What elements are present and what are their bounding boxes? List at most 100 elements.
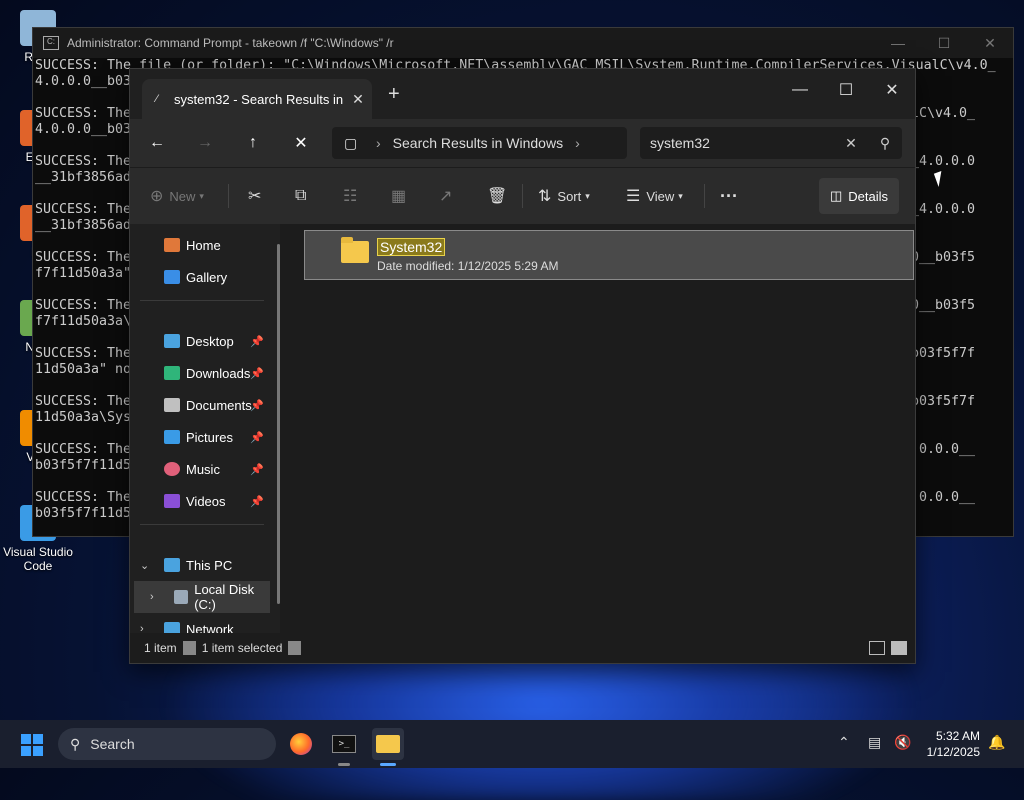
details-label: Details	[848, 188, 889, 204]
nav-item-videos[interactable]: Videos 📌	[130, 485, 270, 517]
cmd-title-bar[interactable]: C: Administrator: Command Prompt - takeo…	[33, 28, 1013, 58]
divider	[704, 184, 705, 208]
pin-icon[interactable]: 📌	[250, 399, 264, 412]
plus-circle-icon: ⊕	[150, 188, 164, 205]
rename-button[interactable]: ▦	[391, 182, 412, 210]
firefox-taskbar-button[interactable]	[285, 728, 317, 760]
running-indicator	[338, 763, 350, 766]
video-icon	[164, 494, 180, 508]
pin-icon[interactable]: 📌	[250, 335, 264, 348]
volume-muted-icon[interactable]: 🔇	[894, 734, 911, 751]
file-explorer-window[interactable]: ⁄ system32 - Search Results in W ✕ + — ☐…	[129, 68, 916, 664]
cmd-icon: C:	[43, 36, 59, 50]
up-arrow-icon[interactable]: ↑	[241, 131, 265, 155]
navigation-pane: Home Gallery Desktop 📌 Downloads 📌 Documen…	[130, 224, 280, 637]
nav-label: Music	[186, 461, 220, 477]
pin-icon[interactable]: 📌	[250, 495, 264, 508]
notification-bell-icon[interactable]: 🔔	[988, 734, 1005, 751]
music-icon	[164, 462, 180, 476]
rename-icon: ▦	[391, 188, 407, 205]
nav-label: Documents	[186, 397, 252, 413]
nav-item-desktop[interactable]: Desktop 📌	[130, 325, 270, 357]
taskbar-search[interactable]: ⚲ Search	[58, 728, 276, 760]
nav-item-this-pc[interactable]: ⌄ This PC	[130, 549, 270, 581]
share-button[interactable]: ↗	[439, 182, 458, 210]
tab-title: system32 - Search Results in W	[174, 91, 344, 107]
nav-item-gallery[interactable]: Gallery	[130, 261, 270, 293]
forward-arrow-icon[interactable]: →	[193, 131, 217, 155]
tiles-view-icon[interactable]	[891, 641, 907, 655]
sort-button[interactable]: ⇅ Sort ▾	[538, 182, 590, 210]
pin-icon[interactable]: 📌	[250, 367, 264, 380]
search-box[interactable]: system32 ✕ ⚲	[640, 127, 902, 159]
nav-item-pictures[interactable]: Pictures 📌	[130, 421, 270, 453]
close-icon[interactable]: ✕	[967, 28, 1013, 58]
cmd-taskbar-button[interactable]: >_	[328, 728, 360, 766]
nav-label: This PC	[186, 557, 233, 573]
breadcrumb-item[interactable]: Search Results in Windows	[393, 135, 563, 151]
item-count: 1 item	[144, 641, 177, 655]
chevron-right-icon[interactable]: ›	[575, 135, 580, 151]
maximize-icon[interactable]: ☐	[921, 28, 967, 58]
copy-button[interactable]: ⧉	[295, 182, 312, 210]
details-view-icon[interactable]	[869, 641, 885, 655]
details-pane-icon: ◫	[829, 188, 843, 203]
nav-item-music[interactable]: Music 📌	[130, 453, 270, 485]
details-button[interactable]: ◫ Details	[819, 178, 899, 214]
chevron-down-icon: ▾	[678, 190, 683, 201]
search-icon: ⚲	[70, 735, 81, 752]
file-name[interactable]: System32	[377, 238, 446, 256]
pin-icon[interactable]: 📌	[250, 463, 264, 476]
maximize-icon[interactable]: ☐	[823, 75, 869, 105]
search-icon[interactable]: ⚲	[868, 135, 902, 152]
taskbar: ⚲ Search >_ ⌃ ▤ 🔇 5:32 AM 1/12/2025 🔔	[0, 720, 1024, 768]
nav-item-downloads[interactable]: Downloads 📌	[130, 357, 270, 389]
desktop-icon-label: Visual Studio Code	[3, 545, 73, 573]
nav-label: Pictures	[186, 429, 233, 445]
clock-date: 1/12/2025	[926, 745, 980, 759]
explorer-taskbar-button[interactable]	[372, 728, 404, 766]
taskbar-search-label: Search	[90, 736, 135, 752]
divider	[288, 641, 302, 655]
search-input[interactable]: system32	[640, 135, 834, 151]
windows-logo-icon	[21, 746, 31, 756]
more-options-button[interactable]: ···	[720, 182, 738, 210]
close-icon[interactable]: ✕	[869, 75, 915, 105]
cut-button[interactable]: ✂	[248, 182, 267, 210]
firefox-icon	[290, 733, 312, 755]
back-arrow-icon[interactable]: ←	[145, 131, 169, 155]
new-button[interactable]: ⊕ New ▾	[150, 182, 204, 210]
delete-button[interactable]: 🗑	[487, 182, 513, 210]
tab-close-icon[interactable]: ✕	[344, 91, 372, 108]
clock[interactable]: 5:32 AM 1/12/2025	[927, 728, 980, 760]
desktop-icon	[164, 334, 180, 348]
breadcrumb[interactable]: ▢ › Search Results in Windows ›	[332, 127, 627, 159]
list-item[interactable]: System32 Date modified: 1/12/2025 5:29 A…	[304, 230, 914, 280]
nav-scrollbar[interactable]	[277, 244, 280, 604]
nav-label: Desktop	[186, 333, 234, 349]
chevron-right-icon[interactable]: ›	[150, 591, 154, 603]
divider	[182, 641, 196, 655]
nav-item-documents[interactable]: Documents 📌	[130, 389, 270, 421]
scissors-icon: ✂	[248, 188, 262, 205]
new-tab-icon[interactable]: +	[388, 83, 400, 106]
minimize-icon[interactable]: —	[875, 28, 921, 58]
view-button[interactable]: ☰ View ▾	[626, 182, 683, 210]
pin-icon[interactable]: 📌	[250, 431, 264, 444]
nav-item-home[interactable]: Home	[130, 229, 270, 261]
nav-item-local-disk[interactable]: › Local Disk (C:)	[134, 581, 270, 613]
windows-logo-icon	[33, 746, 43, 756]
tab-search-results[interactable]: ⁄ system32 - Search Results in W ✕	[142, 79, 372, 119]
network-icon[interactable]: ▤	[868, 734, 881, 751]
chevron-down-icon[interactable]: ⌄	[140, 559, 149, 572]
minimize-icon[interactable]: —	[777, 75, 823, 105]
folder-icon	[341, 237, 369, 263]
paste-button[interactable]: ☷	[343, 182, 363, 210]
stop-icon[interactable]: ✕	[289, 131, 313, 155]
clear-search-icon[interactable]: ✕	[834, 135, 868, 152]
clipboard-icon: ☷	[343, 188, 358, 205]
chevron-down-icon: ▾	[585, 190, 590, 201]
start-button[interactable]	[21, 734, 43, 756]
chevron-up-icon[interactable]: ⌃	[838, 734, 850, 751]
view-label: View	[646, 188, 675, 204]
